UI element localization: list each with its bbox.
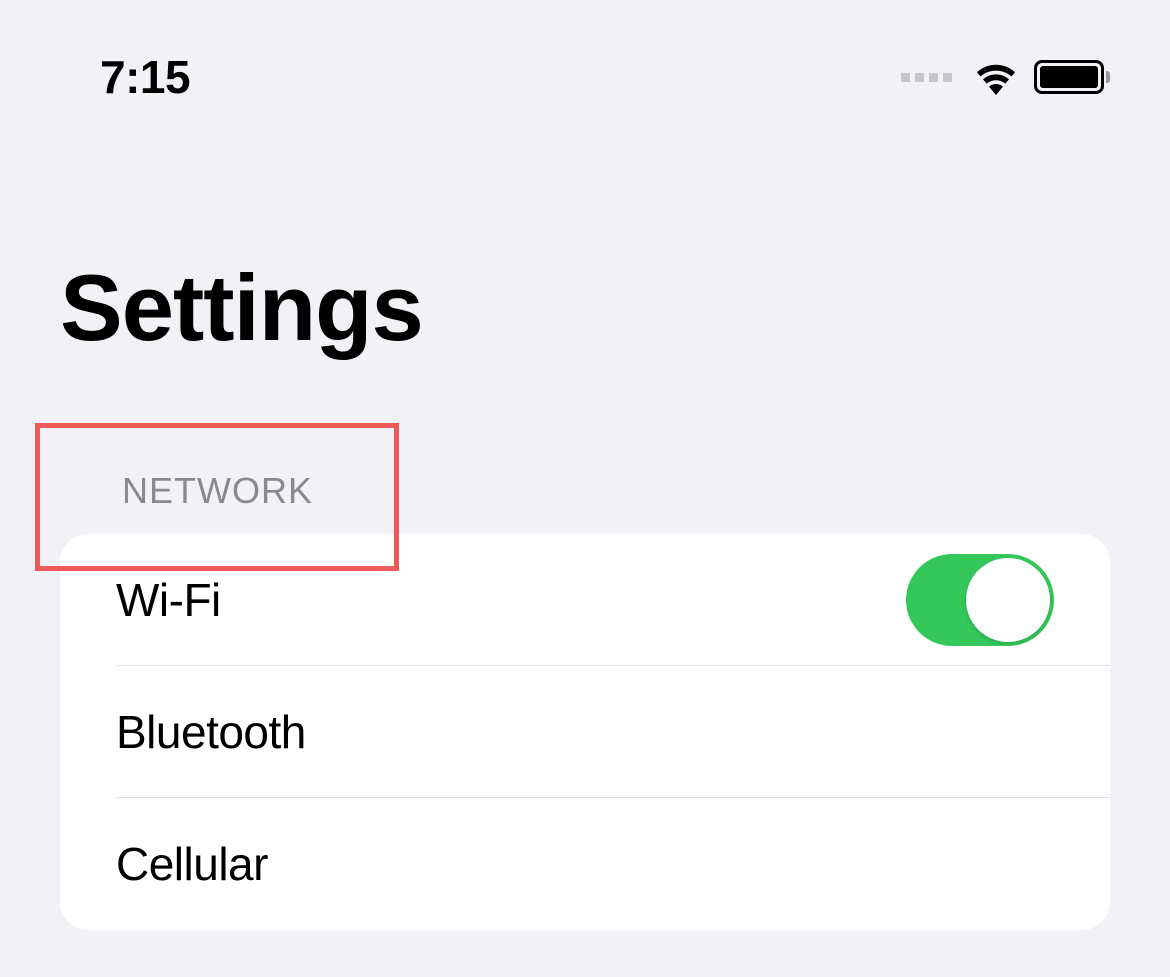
status-bar: 7:15 (0, 0, 1170, 104)
status-icons (901, 59, 1110, 95)
row-label: Bluetooth (116, 705, 306, 759)
row-label: Cellular (116, 837, 268, 891)
section-header-network: NETWORK (0, 362, 1170, 534)
wifi-icon (972, 59, 1020, 95)
status-time: 7:15 (100, 50, 190, 104)
settings-row-wifi[interactable]: Wi-Fi (60, 534, 1110, 666)
row-label: Wi-Fi (116, 573, 221, 627)
signal-dots-icon (901, 73, 952, 82)
wifi-toggle[interactable] (906, 554, 1054, 646)
settings-row-cellular[interactable]: Cellular (60, 798, 1110, 930)
toggle-knob (966, 558, 1050, 642)
battery-icon (1034, 60, 1110, 94)
page-title: Settings (0, 104, 1170, 362)
settings-row-bluetooth[interactable]: Bluetooth (60, 666, 1110, 798)
settings-group: Wi-Fi Bluetooth Cellular (60, 534, 1110, 930)
